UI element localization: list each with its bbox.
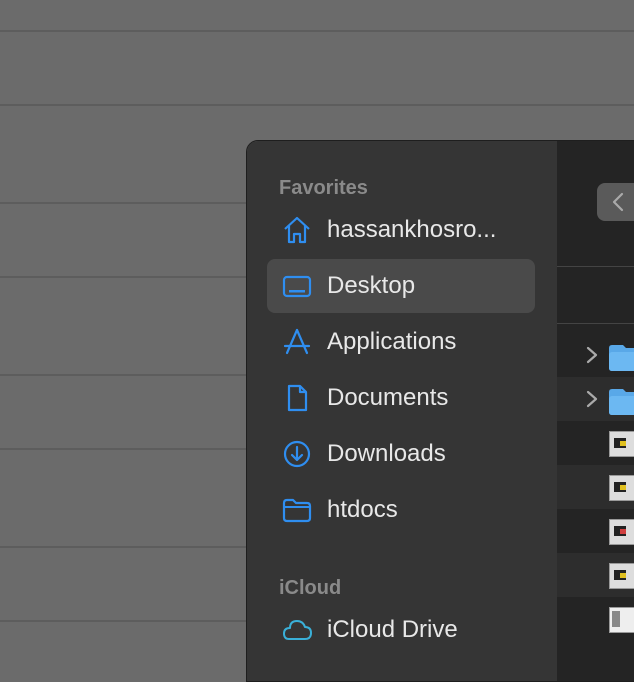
image-thumbnail (609, 519, 634, 545)
folder-icon (609, 389, 634, 415)
section-title-favorites: Favorites (279, 177, 368, 199)
toolbar-divider (557, 266, 634, 267)
document-icon (281, 382, 313, 414)
sidebar-item-label: hassankhosro... (327, 216, 497, 243)
cloud-icon (281, 614, 313, 646)
background-line (0, 104, 634, 106)
list-item[interactable] (557, 421, 634, 465)
header-divider (557, 323, 634, 324)
image-thumbnail (609, 431, 634, 457)
sidebar-item-applications[interactable]: Applications (267, 315, 535, 369)
list-item[interactable] (557, 553, 634, 597)
back-button[interactable] (597, 183, 634, 221)
sidebar-item-htdocs[interactable]: htdocs (267, 483, 535, 537)
image-thumbnail (609, 475, 634, 501)
list-item[interactable] (557, 377, 634, 421)
sidebar-item-label: iCloud Drive (327, 616, 458, 643)
list-item[interactable] (557, 509, 634, 553)
file-list-area (557, 141, 634, 681)
chevron-right-icon[interactable] (585, 389, 599, 409)
list-item[interactable] (557, 597, 634, 641)
sidebar-item-downloads[interactable]: Downloads (267, 427, 535, 481)
chevron-right-icon[interactable] (585, 345, 599, 365)
list-item[interactable] (557, 333, 634, 377)
list-item[interactable] (557, 465, 634, 509)
sidebar-item-icloud-drive[interactable]: iCloud Drive (267, 603, 535, 657)
sidebar-item-label: Applications (327, 328, 457, 355)
image-thumbnail (609, 563, 634, 589)
sidebar-item-home[interactable]: hassankhosro... (267, 203, 535, 257)
sidebar: Favorites hassankhosro... Desktop Applic… (247, 141, 557, 681)
sidebar-item-label: Documents (327, 384, 449, 411)
home-icon (281, 214, 313, 246)
finder-window: Favorites hassankhosro... Desktop Applic… (246, 140, 634, 682)
folder-icon (281, 494, 313, 526)
background-line (0, 30, 634, 32)
download-icon (281, 438, 313, 470)
sidebar-item-documents[interactable]: Documents (267, 371, 535, 425)
desktop-icon (281, 270, 313, 302)
image-thumbnail (609, 607, 634, 633)
chevron-left-icon (612, 192, 624, 212)
section-title-icloud: iCloud (279, 577, 342, 599)
sidebar-item-label: Desktop (327, 272, 416, 299)
sidebar-item-desktop[interactable]: Desktop (267, 259, 535, 313)
sidebar-item-label: Downloads (327, 440, 446, 467)
sidebar-item-label: htdocs (327, 496, 398, 523)
folder-icon (609, 345, 634, 371)
applications-icon (281, 326, 313, 358)
